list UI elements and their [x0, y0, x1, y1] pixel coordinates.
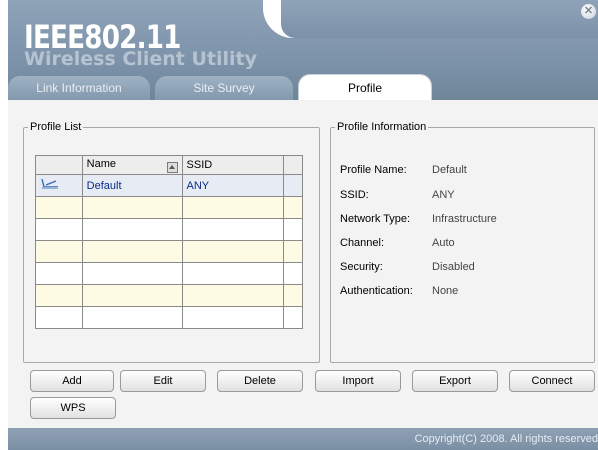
app-subtitle: Wireless Client Utility	[24, 48, 257, 70]
table-row	[35, 262, 303, 285]
ssid-label: SSID:	[340, 189, 369, 201]
profile-extra-cell	[283, 174, 303, 197]
profile-table: Name SSID Default ANY	[35, 155, 303, 329]
table-row	[35, 284, 303, 307]
tab-link-information[interactable]: Link Information	[8, 76, 150, 100]
column-header-name[interactable]: Name	[81, 155, 183, 175]
delete-button[interactable]: Delete	[217, 370, 303, 392]
column-header-extra	[283, 155, 303, 175]
table-row	[35, 240, 303, 263]
connect-button[interactable]: Connect	[509, 370, 595, 392]
edit-button[interactable]: Edit	[120, 370, 206, 392]
profile-name-cell: Default	[81, 174, 183, 197]
wps-button[interactable]: WPS	[30, 397, 116, 419]
profile-ssid-cell: ANY	[181, 174, 285, 197]
security-value: Disabled	[432, 261, 475, 273]
security-label: Security:	[340, 261, 383, 273]
authentication-label: Authentication:	[340, 285, 413, 297]
profile-row-icon-cell	[35, 174, 83, 197]
table-row[interactable]: Default ANY	[35, 174, 303, 197]
profile-name-label: Profile Name:	[340, 164, 407, 176]
column-name-label: Name	[86, 157, 116, 170]
channel-value: Auto	[432, 237, 455, 249]
copyright-text: Copyright(C) 2008. All rights reserved	[414, 433, 598, 445]
tab-profile[interactable]: Profile	[298, 74, 432, 102]
profile-info-legend: Profile Information	[337, 121, 427, 133]
close-icon[interactable]: ✕	[581, 4, 596, 19]
table-row	[35, 306, 303, 329]
row-header-cell	[35, 155, 83, 175]
export-button[interactable]: Export	[412, 370, 498, 392]
import-button[interactable]: Import	[315, 370, 401, 392]
table-row	[35, 218, 303, 241]
footer-bar: Copyright(C) 2008. All rights reserved	[8, 428, 598, 450]
profile-icon	[41, 178, 58, 189]
network-type-value: Infrastructure	[432, 213, 497, 225]
profile-name-value: Default	[432, 164, 467, 176]
network-type-label: Network Type:	[340, 213, 411, 225]
authentication-value: None	[432, 285, 459, 297]
header-notch	[263, 0, 598, 38]
add-button[interactable]: Add	[30, 370, 114, 392]
channel-label: Channel:	[340, 237, 385, 249]
column-header-ssid[interactable]: SSID	[181, 155, 285, 175]
profile-list-legend: Profile List	[30, 121, 82, 133]
table-row	[35, 196, 303, 219]
table-header-row: Name SSID	[35, 155, 303, 175]
sort-icon[interactable]	[166, 161, 178, 173]
tab-site-survey[interactable]: Site Survey	[155, 76, 293, 100]
ssid-value: ANY	[432, 189, 455, 201]
